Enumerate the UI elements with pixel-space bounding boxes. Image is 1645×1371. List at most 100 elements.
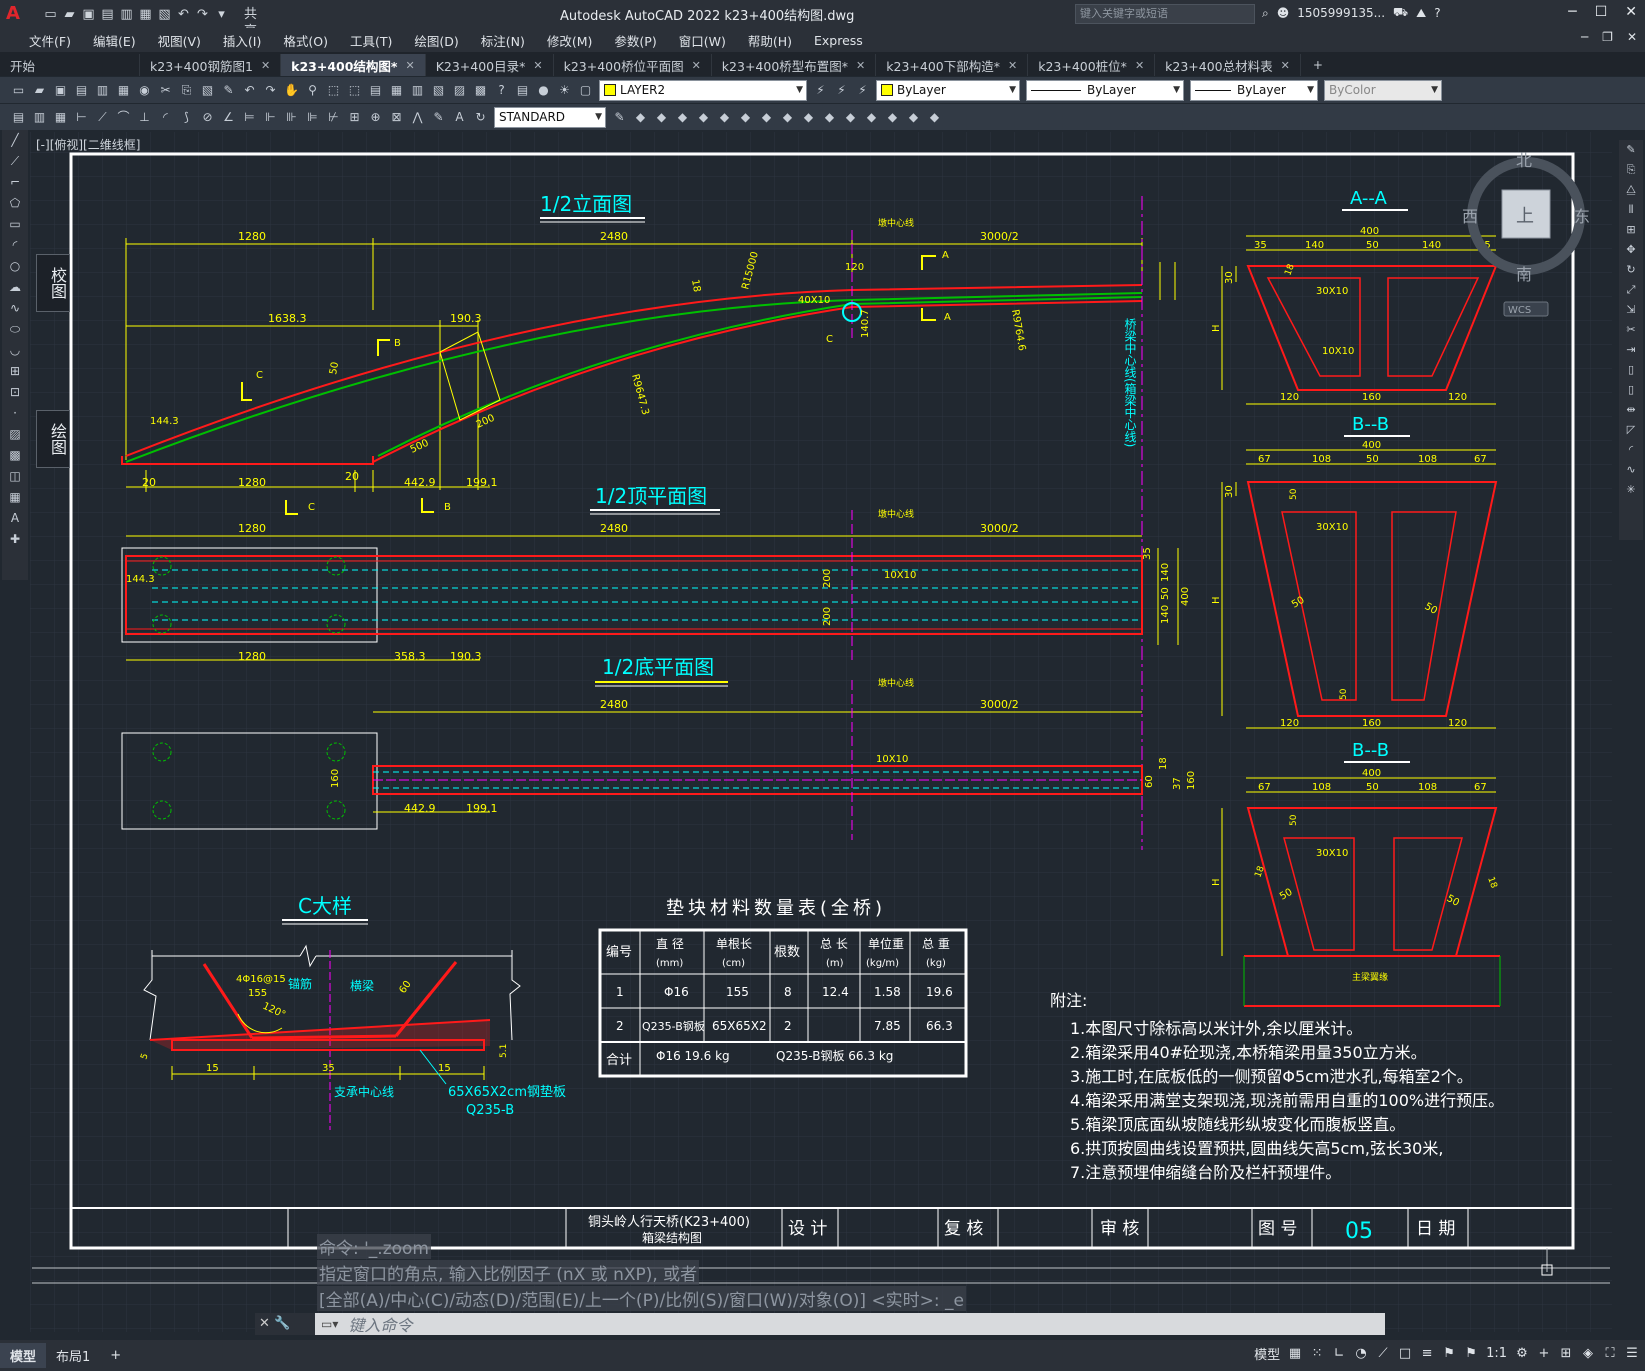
command-recent-icon[interactable]: ▭▾	[315, 1317, 338, 1331]
copy-icon[interactable]: ⎘	[1619, 160, 1643, 180]
circle-icon[interactable]: ○	[2, 256, 28, 277]
modify-icon[interactable]: ◆	[674, 109, 691, 126]
tab-close-icon[interactable]: ✕	[533, 59, 542, 72]
snap-icon[interactable]: ⁙	[1310, 1346, 1324, 1361]
radius-icon[interactable]: ◜	[157, 109, 174, 126]
menu-insert[interactable]: 插入(I)	[212, 31, 272, 50]
open-file-icon[interactable]: ▰	[61, 6, 78, 23]
modify-icon[interactable]: ◆	[632, 109, 649, 126]
menu-express[interactable]: Express	[803, 33, 874, 48]
dim-text-edit-icon[interactable]: A	[451, 109, 468, 126]
rectangle-icon[interactable]: ▭	[2, 214, 28, 235]
chamfer-icon[interactable]: ◸	[1619, 420, 1643, 440]
modify-icon[interactable]: ◆	[758, 109, 775, 126]
command-input[interactable]: 键入命令	[338, 1312, 412, 1336]
new-tab-button[interactable]: +	[1301, 54, 1335, 76]
open-web-icon[interactable]: ▥	[118, 6, 135, 23]
save-icon[interactable]: ▣	[52, 82, 69, 99]
tab-file[interactable]: k23+400桩位* ✕	[1028, 54, 1156, 76]
layer-tool-icon[interactable]: ▤	[10, 109, 27, 126]
diameter-icon[interactable]: ⊘	[199, 109, 216, 126]
inspect-icon[interactable]: ⊠	[388, 109, 405, 126]
tab-close-icon[interactable]: ✕	[405, 59, 414, 72]
make-block-icon[interactable]: ⊡	[2, 382, 28, 403]
command-line[interactable]: ✕ 🔧 ▭▾ 键入命令	[255, 1313, 1385, 1335]
explode-icon[interactable]: ✳	[1619, 480, 1643, 500]
modify-icon[interactable]: ◆	[737, 109, 754, 126]
break-point-icon[interactable]: ▯	[1619, 360, 1643, 380]
revcloud-icon[interactable]: ☁	[2, 277, 28, 298]
units-icon[interactable]: ⊞	[1559, 1346, 1573, 1361]
viewcube-north[interactable]: 北	[1516, 151, 1532, 170]
offset-icon[interactable]: ⫴	[1619, 200, 1643, 220]
mirror-icon[interactable]: ⧋	[1619, 180, 1643, 200]
doc-restore-icon[interactable]: ❐	[1602, 30, 1613, 44]
modify-icon[interactable]: ◆	[821, 109, 838, 126]
add-layout-button[interactable]: +	[100, 1345, 131, 1366]
rotate-icon[interactable]: ↻	[1619, 260, 1643, 280]
isodraft-icon[interactable]: ⟋	[1376, 1346, 1390, 1361]
save-as-icon[interactable]: ▤	[99, 6, 116, 23]
break-icon[interactable]: ▯	[1619, 380, 1643, 400]
properties-icon[interactable]: ▤	[367, 82, 384, 99]
tab-layout1[interactable]: 布局1	[46, 1343, 100, 1368]
layer-on-icon[interactable]: ●	[535, 82, 552, 99]
plot-icon[interactable]: ▤	[73, 82, 90, 99]
stretch-icon[interactable]: ⇲	[1619, 300, 1643, 320]
modify-icon[interactable]: ◆	[716, 109, 733, 126]
isolate-icon[interactable]: ◈	[1581, 1346, 1595, 1361]
break-icon[interactable]: ⊬	[325, 109, 342, 126]
tab-close-icon[interactable]: ✕	[1135, 59, 1144, 72]
center-mark-icon[interactable]: ⊕	[367, 109, 384, 126]
new-file-icon[interactable]: ▭	[42, 6, 59, 23]
plotstyle-dropdown[interactable]: ByColor ▼	[1324, 79, 1442, 101]
redo-icon[interactable]: ↷	[262, 82, 279, 99]
menu-view[interactable]: 视图(V)	[147, 31, 212, 50]
add-selected-icon[interactable]: ✚	[2, 529, 28, 550]
menu-edit[interactable]: 编辑(E)	[82, 31, 147, 50]
save-icon[interactable]: ▣	[80, 6, 97, 23]
dimstyle-dropdown[interactable]: STANDARD ▼	[494, 106, 606, 128]
menu-dimension[interactable]: 标注(N)	[470, 31, 536, 50]
design-center-icon[interactable]: ▦	[388, 82, 405, 99]
layer-tool-icon[interactable]: ▦	[52, 109, 69, 126]
tab-close-icon[interactable]: ✕	[692, 59, 701, 72]
tab-file[interactable]: K23+400目录* ✕	[426, 54, 554, 76]
doc-close-icon[interactable]: ✕	[1627, 30, 1637, 44]
qnew-icon[interactable]: ▭	[10, 82, 27, 99]
user-icon[interactable]: ☻	[1277, 6, 1290, 20]
viewcube-top[interactable]: 上	[1516, 206, 1534, 227]
side-tab-check[interactable]: 校图	[36, 254, 70, 312]
cut-icon[interactable]: ✂	[157, 82, 174, 99]
lineweight-icon[interactable]: ≡	[1420, 1346, 1434, 1361]
viewcube-east[interactable]: 东	[1574, 207, 1590, 226]
insert-block-icon[interactable]: ⊞	[2, 361, 28, 382]
spline-icon[interactable]: ∿	[2, 298, 28, 319]
layer-dropdown[interactable]: LAYER2 ▼	[599, 79, 807, 101]
undo-icon[interactable]: ↶	[241, 82, 258, 99]
hatch-icon[interactable]: ▨	[2, 424, 28, 445]
arc-icon[interactable]: ◜	[2, 235, 28, 256]
menu-tools[interactable]: 工具(T)	[339, 31, 403, 50]
tab-close-icon[interactable]: ✕	[1008, 59, 1017, 72]
quick-dim-icon[interactable]: ⊨	[241, 109, 258, 126]
pan-icon[interactable]: ✋	[283, 82, 300, 99]
gradient-icon[interactable]: ▩	[2, 445, 28, 466]
wcs-menu[interactable]: WCS	[1508, 305, 1531, 316]
minimize-button[interactable]: ─	[1568, 4, 1576, 20]
polyline-icon[interactable]: ⌐	[2, 172, 28, 193]
erase-icon[interactable]: ✎	[1619, 140, 1643, 160]
search-input[interactable]: 键入关键字或短语	[1075, 4, 1255, 24]
blend-icon[interactable]: ∿	[1619, 460, 1643, 480]
tab-file[interactable]: k23+400桥位平面图 ✕	[554, 54, 712, 76]
xline-icon[interactable]: ⟋	[2, 151, 28, 172]
continue-icon[interactable]: ⊪	[283, 109, 300, 126]
layer-state-icon[interactable]: ⚡	[854, 82, 871, 99]
trim-icon[interactable]: ✂	[1619, 320, 1643, 340]
undo-icon[interactable]: ↶	[175, 6, 192, 23]
preview-icon[interactable]: ▥	[94, 82, 111, 99]
move-icon[interactable]: ✥	[1619, 240, 1643, 260]
viewcube-west[interactable]: 西	[1462, 207, 1478, 226]
customize-icon[interactable]: ☰	[1625, 1346, 1639, 1361]
paste-icon[interactable]: ▧	[199, 82, 216, 99]
